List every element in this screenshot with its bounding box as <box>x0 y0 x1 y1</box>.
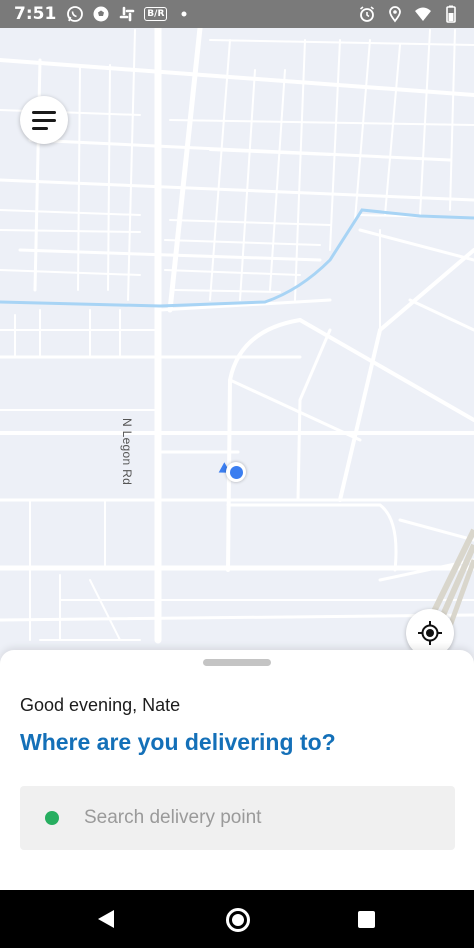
back-icon[interactable] <box>98 910 114 928</box>
status-bar: 7:51 B/R <box>0 0 474 28</box>
br-badge-icon: B/R <box>144 7 168 21</box>
road-label: N Legon Rd <box>120 418 134 486</box>
greeting-text: Good evening, Nate <box>20 695 181 715</box>
status-time: 7:51 <box>14 4 57 24</box>
map-view[interactable]: N Legon Rd <box>0 28 474 653</box>
dot-icon <box>175 5 193 23</box>
soccer-ball-icon <box>92 5 110 23</box>
slack-icon <box>118 5 136 23</box>
my-location-button[interactable] <box>406 609 454 653</box>
my-location-icon <box>418 621 442 645</box>
bottom-sheet: Good evening, Nate Where are you deliver… <box>0 650 474 890</box>
current-location-marker <box>226 462 246 482</box>
hamburger-menu-icon-line <box>32 119 56 122</box>
road-network <box>0 28 474 644</box>
search-placeholder: Search delivery point <box>84 807 262 828</box>
location-dot-icon <box>45 811 59 825</box>
home-icon[interactable] <box>226 908 250 932</box>
hamburger-menu-icon <box>32 111 56 114</box>
location-pin-icon <box>386 5 404 23</box>
delivery-headline: Where are you delivering to? <box>20 729 336 755</box>
navigation-bar <box>0 890 474 948</box>
hamburger-menu-icon-line <box>32 127 48 130</box>
delivery-search-input[interactable]: Search delivery point <box>20 786 455 850</box>
whatsapp-icon <box>66 5 84 23</box>
recents-icon[interactable] <box>358 911 375 928</box>
battery-icon <box>442 5 460 23</box>
sheet-drag-handle[interactable] <box>203 659 271 666</box>
alarm-icon <box>358 5 376 23</box>
wifi-icon <box>414 5 432 23</box>
menu-button[interactable] <box>20 96 68 144</box>
